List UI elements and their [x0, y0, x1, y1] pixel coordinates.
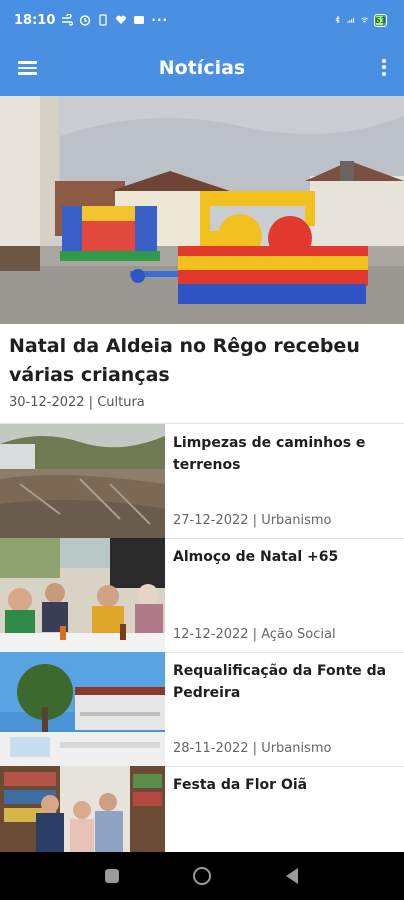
heart-icon — [116, 15, 127, 24]
news-meta: 28-11-2022 | Urbanismo — [173, 741, 332, 756]
list-item[interactable]: Almoço de Natal +65 12-12-2022 | Ação So… — [0, 538, 404, 652]
news-thumbnail — [0, 538, 165, 652]
signal-icon — [347, 17, 355, 23]
battery-level: 63 — [374, 15, 387, 25]
news-meta: 12-12-2022 | Ação Social — [173, 627, 336, 642]
news-body: Festa da Flor Oiã — [165, 766, 404, 852]
list-item[interactable]: Limpezas de caminhos e terrenos 27-12-20… — [0, 424, 404, 538]
status-left: 18:10 ··· — [14, 13, 168, 28]
clock-icon — [80, 15, 91, 26]
page-title: Notícias — [158, 57, 246, 79]
news-title: Festa da Flor Oiã — [173, 777, 308, 793]
featured-article[interactable]: Natal da Aldeia no Rêgo recebeu várias c… — [0, 96, 404, 410]
menu-icon[interactable] — [18, 58, 40, 78]
featured-title: Natal da Aldeia no Rêgo recebeu várias c… — [9, 335, 360, 386]
system-nav-bar — [0, 852, 404, 900]
news-thumbnail — [0, 424, 165, 538]
news-title: Almoço de Natal +65 — [173, 549, 339, 565]
news-body: Limpezas de caminhos e terrenos 27-12-20… — [165, 424, 404, 538]
status-time: 18:10 — [14, 12, 56, 28]
wind-icon — [62, 14, 74, 26]
status-bar: 18:10 ··· 63 — [0, 0, 404, 40]
news-meta: 27-12-2022 | Urbanismo — [173, 513, 332, 528]
back-button[interactable] — [282, 866, 302, 886]
app-bar: Notícias — [0, 40, 404, 96]
news-body: Almoço de Natal +65 12-12-2022 | Ação So… — [165, 538, 404, 652]
square-icon — [105, 869, 119, 883]
battery-indicator: 63 — [373, 13, 388, 27]
sim-icon — [99, 14, 108, 26]
featured-image — [0, 96, 404, 324]
status-right: 63 — [334, 13, 394, 27]
charging-icon — [393, 19, 394, 21]
news-thumbnail — [0, 652, 165, 766]
more-dots-icon: ··· — [151, 13, 169, 27]
list-item[interactable]: Requalificação da Fonte da Pedreira 28-1… — [0, 652, 404, 766]
home-button[interactable] — [192, 866, 212, 886]
more-options-icon[interactable] — [380, 56, 388, 80]
bluetooth-icon — [335, 16, 340, 24]
news-body: Requalificação da Fonte da Pedreira 28-1… — [165, 652, 404, 766]
back-triangle-icon — [286, 868, 298, 884]
message-icon — [134, 16, 145, 24]
list-item[interactable]: Festa da Flor Oiã — [0, 766, 404, 852]
news-title: Requalificação da Fonte da Pedreira — [173, 663, 387, 701]
news-thumbnail — [0, 766, 165, 852]
featured-meta: 30-12-2022 | Cultura — [9, 395, 145, 410]
circle-icon — [193, 867, 211, 885]
news-title: Limpezas de caminhos e terrenos — [173, 435, 366, 473]
recent-apps-button[interactable] — [102, 866, 122, 886]
wifi-icon — [360, 17, 368, 24]
